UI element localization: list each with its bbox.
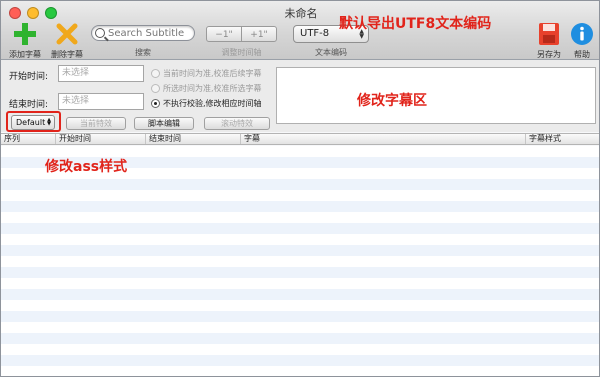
floppy-icon (536, 21, 562, 47)
end-time-field[interactable]: 未选择 (58, 93, 144, 110)
radio-calibrate-selected[interactable]: 所选时间为准,校准所选字幕 (151, 83, 262, 94)
radio-label: 所选时间为准,校准所选字幕 (163, 84, 262, 93)
subtitle-edit-area[interactable] (276, 67, 596, 124)
script-edit-button[interactable]: 脚本编辑 (134, 117, 194, 130)
table-row[interactable] (1, 267, 599, 278)
table-row[interactable] (1, 223, 599, 234)
radio-button (151, 84, 160, 93)
table-row[interactable] (1, 289, 599, 300)
table-row[interactable] (1, 355, 599, 366)
search-label: 搜索 (135, 48, 151, 57)
table-row[interactable] (1, 333, 599, 344)
table-row[interactable] (1, 234, 599, 245)
cross-icon (54, 21, 80, 47)
info-icon (569, 21, 595, 47)
remove-subtitle-button[interactable]: 删除字幕 (47, 21, 87, 60)
remove-subtitle-label: 删除字幕 (51, 50, 83, 59)
window-title: 未命名 (284, 7, 318, 20)
radio-button (151, 99, 160, 108)
search-icon (95, 28, 105, 38)
shift-minus-button[interactable]: −1" (206, 26, 242, 42)
radio-label: 当前时间为准,校准后续字幕 (163, 69, 262, 78)
table-row[interactable] (1, 344, 599, 355)
style-highlight-box (6, 111, 61, 132)
table-row[interactable] (1, 311, 599, 322)
table-row[interactable] (1, 322, 599, 333)
search-field[interactable] (91, 25, 196, 41)
subtitle-table-header: 序列 开始时间 结束时间 字幕 字幕样式 (1, 133, 599, 145)
column-header-start[interactable]: 开始时间 (56, 134, 146, 144)
save-as-label: 另存为 (537, 50, 561, 59)
end-time-label: 结束时间: (9, 100, 49, 110)
table-row[interactable] (1, 256, 599, 267)
table-row[interactable] (1, 278, 599, 289)
column-header-index[interactable]: 序列 (1, 134, 56, 144)
radio-calibrate-following[interactable]: 当前时间为准,校准后续字幕 (151, 68, 262, 79)
edit-area-annotation: 修改字幕区 (357, 93, 427, 109)
table-row[interactable] (1, 190, 599, 201)
table-row[interactable] (1, 300, 599, 311)
column-header-subtitle[interactable]: 字幕 (241, 134, 526, 144)
export-annotation: 默认导出UTF8文本编码 (339, 16, 492, 32)
table-row[interactable] (1, 366, 599, 376)
encoding-value: UTF-8 (300, 28, 330, 39)
radio-button (151, 69, 160, 78)
help-label: 帮助 (574, 50, 590, 59)
scroll-effect-button[interactable]: 滚动特效 (204, 117, 270, 130)
add-subtitle-label: 添加字幕 (9, 50, 41, 59)
table-row[interactable] (1, 201, 599, 212)
add-subtitle-button[interactable]: 添加字幕 (5, 21, 45, 60)
current-effect-button[interactable]: 当前特效 (66, 117, 126, 130)
radio-no-calibration[interactable]: 不执行校验,修改相应时间轴 (151, 98, 262, 109)
save-as-button[interactable]: 另存为 (532, 21, 566, 60)
column-header-end[interactable]: 结束时间 (146, 134, 241, 144)
shift-plus-button[interactable]: +1" (241, 26, 277, 42)
style-annotation: 修改ass样式 (45, 159, 128, 175)
radio-label: 不执行校验,修改相应时间轴 (163, 99, 262, 108)
plus-icon (12, 21, 38, 47)
help-button[interactable]: 帮助 (567, 21, 597, 60)
main-window: 未命名 添加字幕 删除字幕 Search Subtitle 搜索 −1" +1"… (0, 0, 600, 377)
start-time-field[interactable]: 未选择 (58, 65, 144, 82)
table-row[interactable] (1, 212, 599, 223)
encoding-label: 文本编码 (315, 48, 347, 57)
column-header-style[interactable]: 字幕样式 (526, 134, 599, 144)
toolbar: 未命名 添加字幕 删除字幕 Search Subtitle 搜索 −1" +1"… (1, 1, 599, 60)
table-row[interactable] (1, 245, 599, 256)
search-input[interactable] (106, 27, 196, 40)
start-time-label: 开始时间: (9, 72, 49, 82)
shift-label: 调整时间轴 (221, 48, 262, 57)
table-row[interactable] (1, 179, 599, 190)
